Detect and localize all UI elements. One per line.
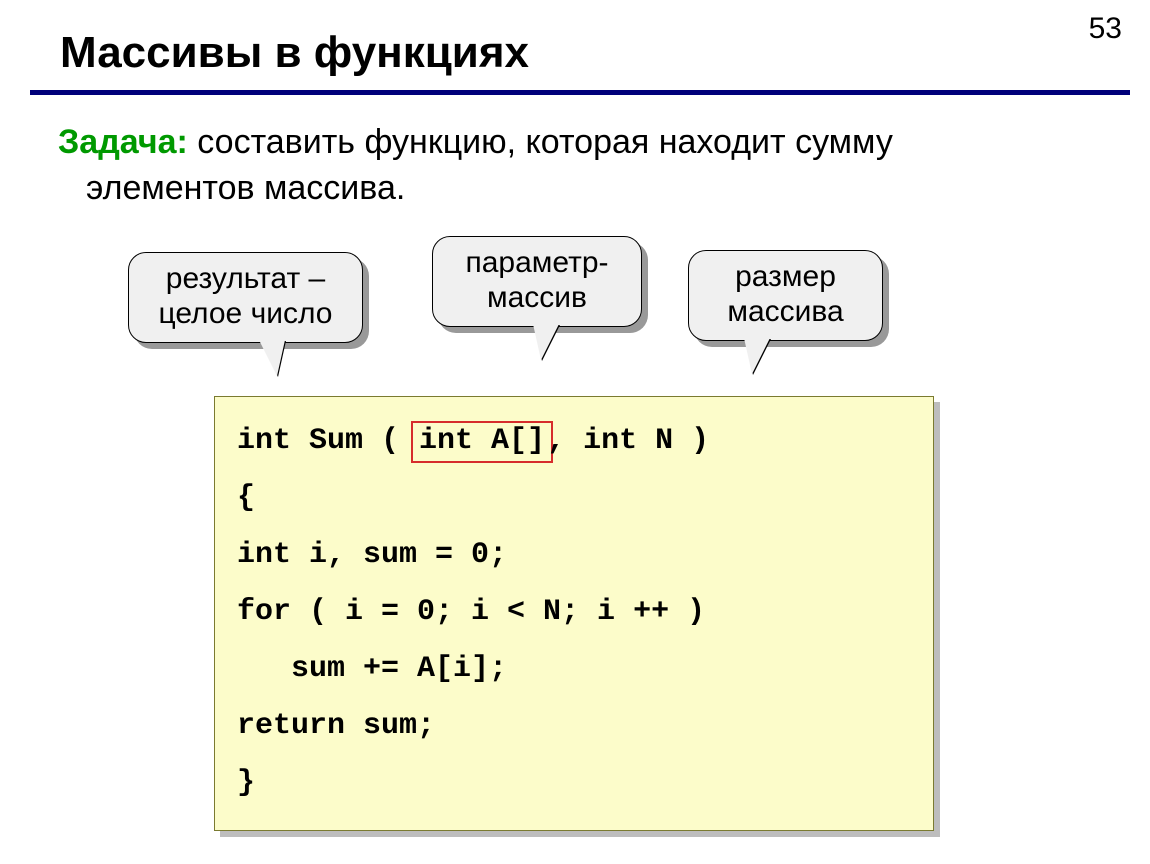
- code-line-1: int Sum ( int A[], int N ): [237, 413, 911, 470]
- code-line-5: sum += A[i];: [237, 641, 911, 698]
- callout-line: целое число: [147, 296, 344, 331]
- code-line-3: int i, sum = 0;: [237, 527, 911, 584]
- code-line-4: for ( i = 0; i < N; i ++ ): [237, 584, 911, 641]
- callout-tail-icon: [533, 324, 559, 360]
- code-line-7: }: [237, 755, 911, 812]
- code-line-2: {: [237, 470, 911, 527]
- callout-line: результат –: [147, 261, 344, 296]
- callout-array-size: размер массива: [688, 250, 883, 341]
- callout-line: параметр-: [451, 245, 623, 280]
- code-text: , int N ): [547, 424, 709, 458]
- slide-title: Массивы в функциях: [60, 28, 529, 78]
- page-number: 53: [1089, 12, 1122, 46]
- code-highlight-box: int A[]: [411, 421, 553, 463]
- task-description: Задача: составить функцию, которая наход…: [58, 120, 1100, 212]
- callout-tail-icon: [259, 340, 285, 376]
- callout-line: массив: [451, 280, 623, 315]
- callout-line: размер: [707, 259, 864, 294]
- title-underline: [30, 90, 1130, 95]
- code-text: int Sum (: [237, 424, 417, 458]
- task-text-2: элементов массива.: [58, 169, 405, 207]
- code-block: int Sum ( int A[], int N ) { int i, sum …: [214, 396, 934, 831]
- callout-line: массива: [707, 294, 864, 329]
- code-line-6: return sum;: [237, 698, 911, 755]
- task-text-1: составить функцию, которая находит сумму: [188, 123, 893, 161]
- callout-tail-icon: [744, 338, 770, 374]
- task-label: Задача:: [58, 123, 188, 161]
- callout-result-integer: результат – целое число: [128, 252, 363, 343]
- callout-array-param: параметр- массив: [432, 236, 642, 327]
